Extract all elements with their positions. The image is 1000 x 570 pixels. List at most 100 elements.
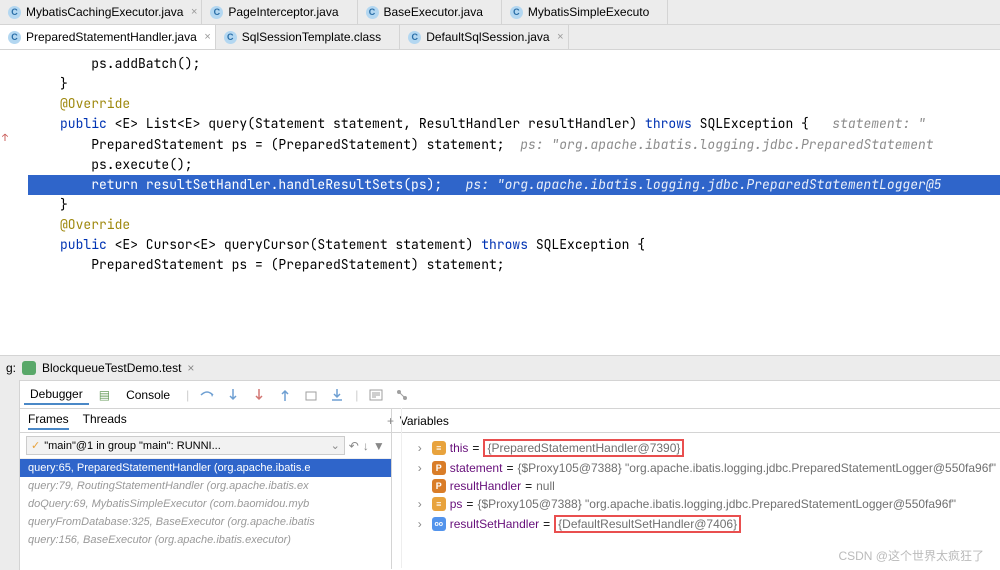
file-tab[interactable]: C SqlSessionTemplate.class xyxy=(216,25,400,49)
code-line: PreparedStatement ps = (PreparedStatemen… xyxy=(4,255,1000,275)
file-tab[interactable]: C DefaultSqlSession.java × xyxy=(400,25,568,49)
tab-label: SqlSessionTemplate.class xyxy=(242,30,381,44)
label: g: xyxy=(6,361,16,375)
close-icon[interactable]: × xyxy=(191,6,197,18)
frames-panel: Frames Threads ✓ "main"@1 in group "main… xyxy=(20,409,392,569)
prev-frame-icon[interactable]: ↶ xyxy=(349,439,359,453)
java-class-icon: C xyxy=(8,6,21,19)
code-editor[interactable]: ↑ ps.addBatch(); } @Override public <E> … xyxy=(0,50,1000,355)
code-line: public <E> List<E> query(Statement state… xyxy=(4,114,1000,134)
breakpoint-icon[interactable]: ↑ xyxy=(2,130,28,146)
stack-frame[interactable]: query:65, PreparedStatementHandler (org.… xyxy=(20,459,391,477)
chevron-down-icon: ⌄ xyxy=(331,439,340,452)
console-icon: ▤ xyxy=(99,388,110,402)
next-frame-icon[interactable]: ↓ xyxy=(363,439,369,453)
code-line: public <E> Cursor<E> queryCursor(Stateme… xyxy=(4,235,1000,255)
tabs-row-2: C PreparedStatementHandler.java × C SqlSessi… xyxy=(0,25,1000,50)
variable-name: resultHandler xyxy=(450,479,521,493)
variable-value: null xyxy=(536,479,555,493)
step-into-icon[interactable] xyxy=(225,387,241,403)
java-class-icon: C xyxy=(408,31,421,44)
file-tab[interactable]: C PageInterceptor.java xyxy=(202,0,357,24)
code-line: PreparedStatement ps = (PreparedStatemen… xyxy=(4,135,1000,155)
watermark: CSDN @这个世界太疯狂了 xyxy=(838,547,984,564)
file-tab[interactable]: C BaseExecutor.java xyxy=(358,0,502,24)
variable-row[interactable]: ›P statement = {$Proxy105@7388} "org.apa… xyxy=(414,459,1000,477)
stack-frame[interactable]: queryFromDatabase:325, BaseExecutor (org… xyxy=(20,513,391,531)
java-class-icon: C xyxy=(510,6,523,19)
debugger-toolbar: Debugger ▤ Console | | xyxy=(0,381,1000,409)
tool-sidebar xyxy=(0,380,20,570)
java-class-icon: C xyxy=(210,6,223,19)
variable-name: this xyxy=(450,441,469,455)
variable-name: statement xyxy=(450,461,503,475)
tab-label: MybatisCachingExecutor.java xyxy=(26,5,183,19)
frames-tab[interactable]: Frames xyxy=(28,412,69,430)
tab-console[interactable]: Console xyxy=(120,386,176,404)
stack-frame[interactable]: doQuery:69, MybatisSimpleExecutor (com.b… xyxy=(20,495,391,513)
variable-row[interactable]: P resultHandler = null xyxy=(414,477,1000,495)
variables-label: Variables xyxy=(400,414,449,428)
thread-select[interactable]: ✓ "main"@1 in group "main": RUNNI... ⌄ xyxy=(26,436,345,455)
bug-icon xyxy=(22,361,36,375)
tabs-row-1: C MybatisCachingExecutor.java × C PageInterc… xyxy=(0,0,1000,25)
close-icon[interactable]: × xyxy=(204,31,210,43)
force-step-into-icon[interactable] xyxy=(251,387,267,403)
expand-icon[interactable]: › xyxy=(418,461,428,475)
tab-label: PageInterceptor.java xyxy=(228,5,338,19)
tab-label: PreparedStatementHandler.java xyxy=(26,30,197,44)
step-out-icon[interactable] xyxy=(277,387,293,403)
run-config-name[interactable]: BlockqueueTestDemo.test xyxy=(42,361,181,375)
trace-icon[interactable] xyxy=(394,387,410,403)
variable-value: {$Proxy105@7388} "org.apache.ibatis.logg… xyxy=(517,461,996,475)
file-tab[interactable]: C MybatisCachingExecutor.java × xyxy=(0,0,202,24)
code-line: ps.addBatch(); xyxy=(4,54,1000,74)
java-class-icon: C xyxy=(366,6,379,19)
expand-icon[interactable]: › xyxy=(418,517,428,531)
file-tab[interactable]: CMybatisSimpleExecuto xyxy=(502,0,668,24)
expand-icon[interactable]: › xyxy=(418,497,428,511)
frames-header: Frames Threads xyxy=(20,409,391,433)
tab-label: BaseExecutor.java xyxy=(384,5,483,19)
step-over-icon[interactable] xyxy=(199,387,215,403)
variable-row[interactable]: ›oo resultSetHandler = {DefaultResultSet… xyxy=(414,513,1000,535)
variable-value: {DefaultResultSetHandler@7406} xyxy=(554,515,741,533)
execution-line: return resultSetHandler.handleResultSets… xyxy=(4,175,1000,195)
tab-label: DefaultSqlSession.java xyxy=(426,30,549,44)
stack-list: query:65, PreparedStatementHandler (org.… xyxy=(20,459,391,549)
java-class-icon: C xyxy=(224,31,237,44)
gutter: ↑ xyxy=(0,50,28,355)
debug-config-bar: g: BlockqueueTestDemo.test × xyxy=(0,355,1000,381)
var-badge-icon: ≡ xyxy=(432,497,446,511)
thread-selector-row: ✓ "main"@1 in group "main": RUNNI... ⌄ ↶… xyxy=(20,433,391,459)
tab-debugger[interactable]: Debugger xyxy=(24,385,89,405)
add-watch-gutter[interactable]: + xyxy=(380,408,402,568)
var-badge-icon: P xyxy=(432,461,446,475)
file-tab[interactable]: C PreparedStatementHandler.java × xyxy=(0,25,216,49)
variable-value: {PreparedStatementHandler@7390} xyxy=(483,439,684,457)
code-line: @Override xyxy=(4,215,1000,235)
stack-frame[interactable]: query:156, BaseExecutor (org.apache.ibat… xyxy=(20,531,391,549)
variables-list: ›≡ this = {PreparedStatementHandler@7390… xyxy=(392,433,1000,539)
evaluate-icon[interactable] xyxy=(368,387,384,403)
var-badge-icon: ≡ xyxy=(432,441,446,455)
variable-value: {$Proxy105@7388} "org.apache.ibatis.logg… xyxy=(477,497,956,511)
close-icon[interactable]: × xyxy=(187,361,194,375)
variable-row[interactable]: ›≡ this = {PreparedStatementHandler@7390… xyxy=(414,437,1000,459)
code-line: @Override xyxy=(4,94,1000,114)
stack-frame[interactable]: query:79, RoutingStatementHandler (org.a… xyxy=(20,477,391,495)
expand-icon[interactable]: › xyxy=(418,441,428,455)
variable-name: ps xyxy=(450,497,463,511)
code-line: ps.execute(); xyxy=(4,155,1000,175)
debug-columns: Frames Threads ✓ "main"@1 in group "main… xyxy=(20,409,1000,569)
var-badge-icon: P xyxy=(432,479,446,493)
variables-panel: Variables ›≡ this = {PreparedStatementHa… xyxy=(392,409,1000,569)
threads-tab[interactable]: Threads xyxy=(83,412,127,430)
variables-header: Variables xyxy=(392,409,1000,433)
code-line: } xyxy=(4,195,1000,215)
variable-row[interactable]: ›≡ ps = {$Proxy105@7388} "org.apache.iba… xyxy=(414,495,1000,513)
close-icon[interactable]: × xyxy=(557,31,563,43)
java-class-icon: C xyxy=(8,31,21,44)
drop-frame-icon[interactable] xyxy=(303,387,319,403)
run-to-cursor-icon[interactable] xyxy=(329,387,345,403)
